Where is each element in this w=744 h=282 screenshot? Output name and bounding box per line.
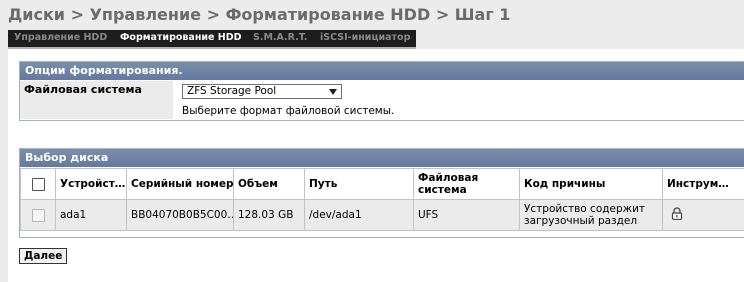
filesystem-select-value: ZFS Storage Pool	[187, 85, 277, 97]
reason-cell: Устройство содержит загрузочный раздел	[519, 199, 663, 231]
device-cell: ada1	[55, 199, 127, 231]
tab-hdd-format[interactable]: Форматирование HDD	[120, 32, 242, 43]
format-options-section: Опции форматирования. Файловая система Z…	[19, 61, 744, 121]
main-content: Опции форматирования. Файловая система Z…	[8, 49, 744, 282]
breadcrumb: Диски > Управление > Форматирование HDD …	[8, 5, 511, 24]
filesystem-row: Файловая система ZFS Storage Pool Выбери…	[20, 81, 744, 119]
lock-icon	[671, 207, 683, 223]
filesystem-label: Файловая система	[20, 81, 173, 119]
tab-bar: Управление HDD Форматирование HDD S.M.A.…	[8, 30, 416, 49]
column-header-path: Путь	[304, 168, 414, 200]
column-header-serial: Серийный номер	[126, 168, 234, 200]
serial-cell: BB04070B0B5C00…	[126, 199, 234, 231]
disk-table: Устройст… Серийный номер Объем Путь Файл…	[20, 168, 744, 231]
column-header-size: Объем	[233, 168, 305, 200]
disk-select-section: Выбор диска Устройст… Серийный номер Объ…	[19, 148, 744, 238]
tab-smart[interactable]: S.M.A.R.T.	[253, 32, 307, 43]
row-select-cell	[20, 199, 56, 231]
filesystem-select[interactable]: ZFS Storage Pool	[182, 84, 342, 99]
table-header-row: Устройст… Серийный номер Объем Путь Файл…	[20, 168, 744, 200]
chevron-down-icon	[329, 89, 337, 95]
path-cell: /dev/ada1	[304, 199, 414, 231]
next-button[interactable]: Далее	[19, 248, 68, 264]
row-checkbox[interactable]	[31, 208, 45, 222]
size-cell: 128.03 GB	[233, 199, 305, 231]
tools-cell	[662, 199, 744, 231]
tab-iscsi-initiator[interactable]: iSCSI-инициатор	[320, 32, 410, 43]
tab-disk-management[interactable]: Управление HDD	[14, 32, 107, 43]
disk-select-header: Выбор диска	[20, 149, 744, 167]
column-header-device: Устройст…	[55, 168, 127, 200]
column-header-filesystem: Файловая система	[413, 168, 520, 200]
select-all-cell	[20, 168, 56, 200]
table-row: ada1 BB04070B0B5C00… 128.03 GB /dev/ada1…	[20, 199, 744, 231]
format-options-header: Опции форматирования.	[20, 62, 744, 80]
filesystem-hint: Выберите формат файловой системы.	[182, 105, 395, 117]
column-header-reason: Код причины	[519, 168, 663, 200]
column-header-tools: Инструм…	[662, 168, 744, 200]
select-all-checkbox[interactable]	[31, 177, 45, 191]
filesystem-cell: UFS	[413, 199, 520, 231]
